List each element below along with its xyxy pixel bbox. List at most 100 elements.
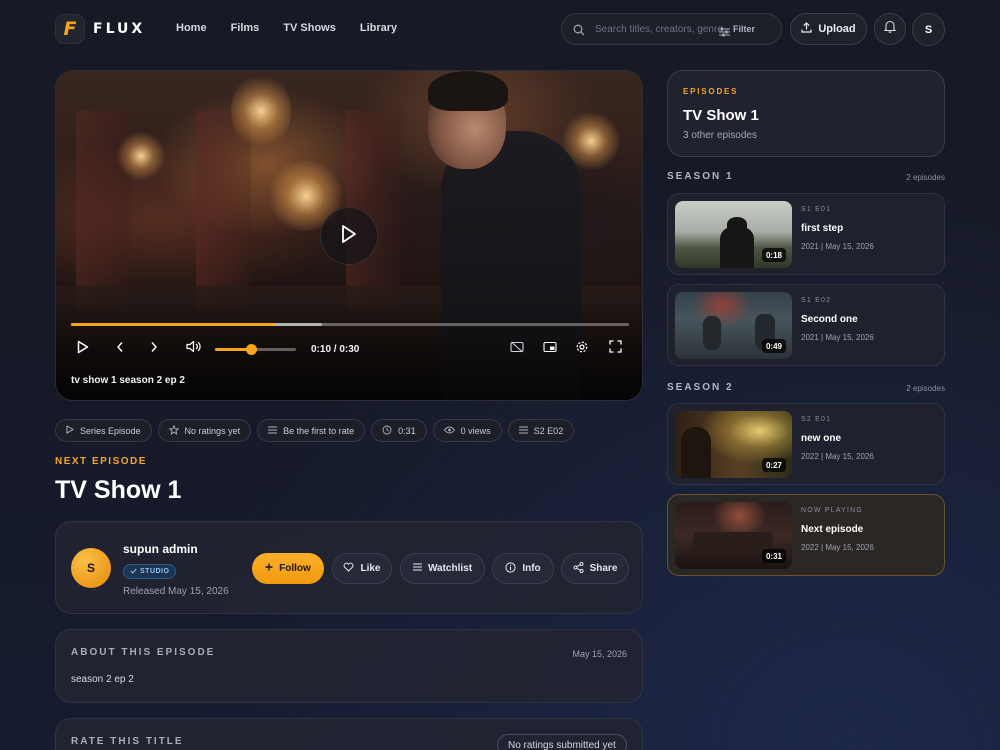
- episode-card[interactable]: 0:27 S2 E01 new one 2022 | May 15, 2026: [667, 403, 945, 485]
- release-date: Released May 15, 2026: [123, 586, 229, 597]
- chevron-left-icon: [116, 340, 124, 358]
- scene-lamp: [116, 131, 166, 181]
- episode-thumbnail: 0:49: [675, 292, 792, 359]
- user-avatar-button[interactable]: S: [912, 13, 945, 46]
- thumb-figure: [681, 427, 711, 478]
- info-icon: [505, 561, 516, 576]
- scene-figure-hair: [428, 71, 508, 111]
- progress-bar[interactable]: [71, 323, 629, 326]
- watchlist-button[interactable]: Watchlist: [400, 553, 485, 584]
- nav-item-tv-shows[interactable]: TV Shows: [283, 22, 336, 34]
- pill-label: S2 E02: [533, 425, 564, 436]
- pill-rate-prompt[interactable]: Be the first to rate: [257, 419, 366, 442]
- episodes-kicker: EPISODES: [683, 87, 739, 96]
- episodes-header-card: EPISODES TV Show 1 3 other episodes: [667, 70, 945, 157]
- studio-badge: STUDIO: [123, 564, 177, 579]
- season-label: SEASON 2: [667, 382, 734, 393]
- thumb-figure: [703, 316, 721, 350]
- episode-name: Second one: [801, 314, 858, 325]
- creator-avatar[interactable]: S: [71, 548, 111, 588]
- captions-off-icon: [510, 340, 524, 358]
- play-button[interactable]: [75, 340, 91, 359]
- play-overlay-button[interactable]: [320, 207, 378, 265]
- next-episode-label: NEXT EPISODE: [55, 456, 147, 467]
- search-input[interactable]: Search titles, creators, genre: [595, 24, 723, 35]
- episode-duration: 0:27: [761, 458, 786, 472]
- thumb-table: [693, 532, 773, 552]
- progress-fill: [71, 323, 276, 326]
- captions-off-button[interactable]: [509, 341, 525, 357]
- pill-series-episode: Series Episode: [55, 419, 152, 442]
- fullscreen-icon: [608, 340, 622, 358]
- episode-card[interactable]: 0:49 S1 E02 Second one 2021 | May 15, 20…: [667, 284, 945, 366]
- rating-status-badge: No ratings submitted yet: [497, 734, 627, 750]
- pill-rating: No ratings yet: [157, 419, 252, 442]
- eye-icon: [443, 426, 455, 436]
- badge-label: STUDIO: [140, 568, 170, 575]
- volume-icon: [185, 340, 201, 358]
- upload-button[interactable]: Upload: [790, 13, 867, 45]
- search-bar[interactable]: Search titles, creators, genre Filter: [561, 13, 782, 45]
- list-icon: [412, 563, 422, 574]
- previous-button[interactable]: [112, 341, 128, 357]
- heart-icon: [343, 562, 354, 575]
- about-episode-card: ABOUT THIS EPISODE May 15, 2026 season 2…: [55, 629, 643, 703]
- fullscreen-button[interactable]: [607, 340, 623, 358]
- notifications-button[interactable]: [874, 13, 906, 45]
- next-button[interactable]: [146, 341, 162, 357]
- logo-letter: F: [63, 18, 77, 40]
- page-title: TV Show 1: [55, 476, 182, 504]
- like-button[interactable]: Like: [332, 553, 392, 584]
- rate-heading: RATE THIS TITLE: [71, 736, 184, 747]
- video-player[interactable]: 0:10 / 0:30 tv show 1 season 2 ep 2: [55, 70, 643, 401]
- nav-item-home[interactable]: Home: [176, 22, 207, 34]
- filter-button[interactable]: Filter: [733, 24, 755, 34]
- episode-card[interactable]: 0:18 S1 E01 first step 2021 | May 15, 20…: [667, 193, 945, 275]
- picture-in-picture-icon: [543, 340, 557, 358]
- rate-title-card: RATE THIS TITLE No ratings submitted yet: [55, 718, 643, 750]
- nav-item-library[interactable]: Library: [360, 22, 397, 34]
- video-caption: tv show 1 season 2 ep 2: [71, 375, 185, 386]
- scene-lamp: [231, 71, 291, 151]
- episode-name: new one: [801, 433, 842, 444]
- episode-name: first step: [801, 223, 844, 234]
- share-button[interactable]: Share: [561, 553, 629, 584]
- gear-icon: [575, 340, 589, 359]
- top-navigation-bar: F FLUX Home Films TV Shows Library Searc…: [0, 0, 1000, 60]
- volume-slider[interactable]: [215, 344, 296, 355]
- settings-button[interactable]: [574, 341, 590, 357]
- logo-mark[interactable]: F: [55, 14, 85, 44]
- episode-meta: 2022 | May 15, 2026: [801, 452, 874, 461]
- episode-code: S1 E02: [801, 297, 832, 304]
- episode-thumbnail: 0:31: [675, 502, 792, 569]
- episode-meta: 2021 | May 15, 2026: [801, 333, 874, 342]
- list-icon: [268, 426, 278, 436]
- about-description: season 2 ep 2: [71, 674, 134, 685]
- time-display: 0:10 / 0:30: [311, 344, 360, 355]
- upload-icon: [801, 22, 812, 36]
- info-label: Info: [522, 563, 541, 574]
- check-icon: [130, 568, 137, 576]
- logo-text[interactable]: FLUX: [93, 21, 145, 37]
- chevron-right-icon: [150, 340, 158, 358]
- play-icon: [340, 224, 358, 249]
- upload-label: Upload: [818, 23, 856, 35]
- follow-label: Follow: [279, 563, 311, 574]
- info-button[interactable]: Info: [492, 553, 554, 584]
- episode-thumbnail: 0:27: [675, 411, 792, 478]
- episode-meta: 2022 | May 15, 2026: [801, 543, 874, 552]
- episode-card-now-playing[interactable]: 0:31 NOW PLAYING Next episode 2022 | May…: [667, 494, 945, 576]
- about-heading: ABOUT THIS EPISODE: [71, 647, 216, 658]
- play-icon: [77, 340, 89, 359]
- creator-name[interactable]: supun admin: [123, 542, 198, 556]
- episode-duration: 0:49: [761, 339, 786, 353]
- pip-button[interactable]: [542, 341, 558, 357]
- plus-icon: [265, 563, 273, 574]
- mute-button[interactable]: [184, 340, 202, 358]
- nav-item-films[interactable]: Films: [231, 22, 260, 34]
- follow-button[interactable]: Follow: [252, 553, 324, 584]
- episode-duration: 0:18: [761, 248, 786, 262]
- star-icon: [168, 424, 180, 437]
- episode-code: S1 E01: [801, 206, 832, 213]
- episode-thumbnail: 0:18: [675, 201, 792, 268]
